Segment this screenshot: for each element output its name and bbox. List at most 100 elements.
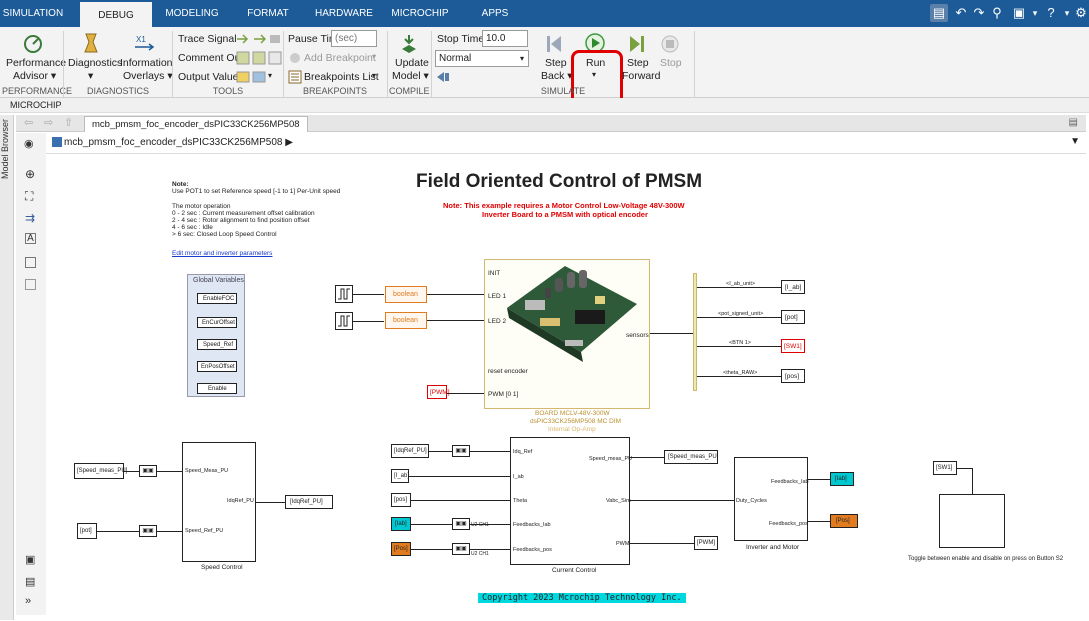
pwm-from-tag[interactable]: [PWM] <box>427 385 450 399</box>
board-block[interactable]: INIT LED 1 LED 2 reset encoder PWM [0 1]… <box>484 259 650 409</box>
current-control-from-tag[interactable]: [Iab] <box>391 517 411 531</box>
step-forward-sublabel[interactable]: Forward <box>622 70 661 82</box>
breakpoints-list-dropdown-icon[interactable]: ▾ <box>372 71 376 80</box>
annotation-icon[interactable]: A <box>25 233 36 244</box>
global-var-block[interactable]: Speed_Ref <box>197 339 237 350</box>
model-browser-strip[interactable]: Model Browser <box>0 115 14 620</box>
trace-signal-right-icon[interactable] <box>252 32 266 46</box>
current-control-from-tag[interactable]: [pos] <box>391 493 411 507</box>
tab-modeling[interactable]: MODELING <box>160 0 224 27</box>
chevron-down-icon[interactable]: ▼ <box>1070 136 1080 147</box>
rate-transition-block[interactable]: ▣▣ <box>452 543 470 555</box>
current-control-from-tag[interactable]: [Pos] <box>391 542 411 556</box>
tab-microchip[interactable]: MICROCHIP <box>388 0 452 27</box>
rate-transition-block[interactable]: ▣▣ <box>139 525 157 537</box>
information-overlays-label[interactable]: Information <box>120 57 173 69</box>
update-model-label[interactable]: Update <box>395 57 429 69</box>
pwm-goto-tag[interactable]: [PWM] <box>694 536 718 550</box>
speed-meas-goto-tag[interactable]: [Speed_meas_PU] <box>664 450 718 464</box>
trace-signal-remove-icon[interactable] <box>268 32 282 46</box>
screenshot-icon[interactable]: ▣ <box>25 553 35 566</box>
hide-browser-icon[interactable]: ◉ <box>24 137 34 150</box>
search-icon[interactable]: ⚲ <box>988 4 1006 22</box>
goto-tag[interactable]: [pot] <box>781 310 805 324</box>
comment-through-icon[interactable] <box>252 51 266 65</box>
current-control-subsystem[interactable]: Idq_Ref I_ab Theta Feedbacks_Iab Feedbac… <box>510 437 632 565</box>
inverter-motor-subsystem[interactable]: Duty_Cycles Feedbacks_Iab Feedbacks_pos <box>734 457 809 541</box>
fit-view-icon[interactable]: ⛶ <box>25 189 33 204</box>
simulation-mode-select[interactable]: Normal ▾ <box>435 50 529 67</box>
area-icon[interactable] <box>25 279 36 290</box>
pulse-generator-block[interactable] <box>335 312 353 330</box>
output-values-icon[interactable] <box>236 70 250 84</box>
output-values-options-icon[interactable] <box>252 70 266 84</box>
trace-signal-left-icon[interactable] <box>236 32 250 46</box>
pot-from-tag[interactable]: [pot] <box>77 523 97 539</box>
current-control-from-tag[interactable]: [I_ab] <box>391 469 409 483</box>
signal-arrow-icon[interactable]: ⇉ <box>25 211 35 225</box>
tab-format[interactable]: FORMAT <box>240 0 296 27</box>
speed-control-subsystem[interactable]: Speed_Meas_PU Speed_Ref_PU IdqRef_PU <box>182 442 256 562</box>
global-var-block[interactable]: Enable <box>197 383 237 394</box>
data-type-conversion-block[interactable]: boolean <box>385 286 427 303</box>
tab-menu-icon[interactable]: ▤ <box>1069 117 1078 128</box>
tab-apps[interactable]: APPS <box>470 0 520 27</box>
output-values-dropdown-icon[interactable]: ▾ <box>268 71 272 80</box>
step-back-dropdown[interactable]: Back ▾ <box>541 70 573 82</box>
nav-forward-icon[interactable]: ⇨ <box>44 116 53 129</box>
uncomment-icon[interactable] <box>268 51 282 65</box>
iab-goto-tag[interactable]: [Iab] <box>830 472 854 486</box>
data-type-conversion-block[interactable]: boolean <box>385 312 427 329</box>
rate-transition-block[interactable]: ▣▣ <box>139 465 157 477</box>
diagnostics-button[interactable]: Diagnostics <box>68 57 122 69</box>
information-overlays-dropdown[interactable]: Overlays ▾ <box>123 70 173 82</box>
model-canvas[interactable]: Field Oriented Control of PMSM Note: Thi… <box>46 155 1086 614</box>
rate-transition-block[interactable]: ▣▣ <box>452 445 470 457</box>
rate-transition-block[interactable]: ▣▣ <box>452 518 470 530</box>
edit-parameters-link[interactable]: Edit motor and inverter parameters <box>172 250 272 257</box>
update-model-dropdown[interactable]: Model ▾ <box>392 70 429 82</box>
performance-advisor-dropdown[interactable]: Advisor ▾ <box>13 70 56 82</box>
breadcrumb[interactable]: mcb_pmsm_foc_encoder_dsPIC33CK256MP508 ▶ <box>64 137 293 148</box>
settings-icon[interactable]: ⚙ <box>1072 4 1089 22</box>
global-var-block[interactable]: EnableFOC <box>197 293 237 304</box>
toggle-subsystem[interactable] <box>939 494 1005 548</box>
nav-back-icon[interactable]: ⇦ <box>24 116 33 129</box>
stop-time-input[interactable]: 10.0 <box>482 30 528 47</box>
global-var-block[interactable]: EnCurOffset <box>197 317 237 328</box>
tab-model-document[interactable]: mcb_pmsm_foc_encoder_dsPIC33CK256MP508 <box>84 116 308 132</box>
pos-goto-tag[interactable]: [Pos] <box>830 514 858 528</box>
step-forward-label[interactable]: Step <box>627 57 649 69</box>
zoom-icon[interactable]: ⊕ <box>25 167 35 181</box>
pause-time-input[interactable]: (sec) <box>331 30 377 47</box>
goto-tag[interactable]: [I_ab] <box>781 280 805 294</box>
tab-debug[interactable]: DEBUG <box>80 0 152 28</box>
diagnostics-dropdown[interactable]: ▾ <box>88 70 93 82</box>
expand-icon[interactable]: » <box>25 595 31 607</box>
redo-icon[interactable]: ↷ <box>970 4 988 22</box>
goto-tag[interactable]: [pos] <box>781 369 805 383</box>
add-breakpoint-dropdown-icon[interactable]: ▾ <box>372 52 376 61</box>
add-breakpoint-button[interactable]: Add Breakpoint <box>304 52 376 64</box>
microchip-toolbar[interactable]: MICROCHIP <box>0 98 1089 113</box>
current-control-from-tag[interactable]: [IdqRef_PU] <box>391 444 429 458</box>
tab-simulation[interactable]: SIMULATION <box>0 0 66 27</box>
sw1-from-tag[interactable]: [SW1] <box>933 461 957 475</box>
performance-advisor-label[interactable]: Performance <box>6 57 66 69</box>
nav-up-icon[interactable]: ⇧ <box>64 116 73 129</box>
tab-hardware[interactable]: HARDWARE <box>310 0 378 27</box>
speed-meas-from-tag[interactable]: [Speed_meas_PU] <box>74 463 127 479</box>
bus-selector-block[interactable] <box>693 273 697 391</box>
comment-out-icon[interactable] <box>236 51 250 65</box>
image-icon[interactable] <box>25 257 36 268</box>
save-icon[interactable]: ▤ <box>930 4 948 22</box>
output-values-button[interactable]: Output Values <box>178 71 244 83</box>
breakpoints-list-button[interactable]: Breakpoints List <box>304 71 379 83</box>
undo-icon[interactable]: ↶ <box>952 4 970 22</box>
pulse-generator-block[interactable] <box>335 285 353 303</box>
stop-button[interactable]: Stop <box>660 57 682 69</box>
global-var-block[interactable]: EnPosOffset <box>197 361 237 372</box>
trace-signal-button[interactable]: Trace Signal <box>178 33 237 45</box>
comment-out-button[interactable]: Comment Out <box>178 52 243 64</box>
property-icon[interactable]: ▤ <box>25 575 35 588</box>
